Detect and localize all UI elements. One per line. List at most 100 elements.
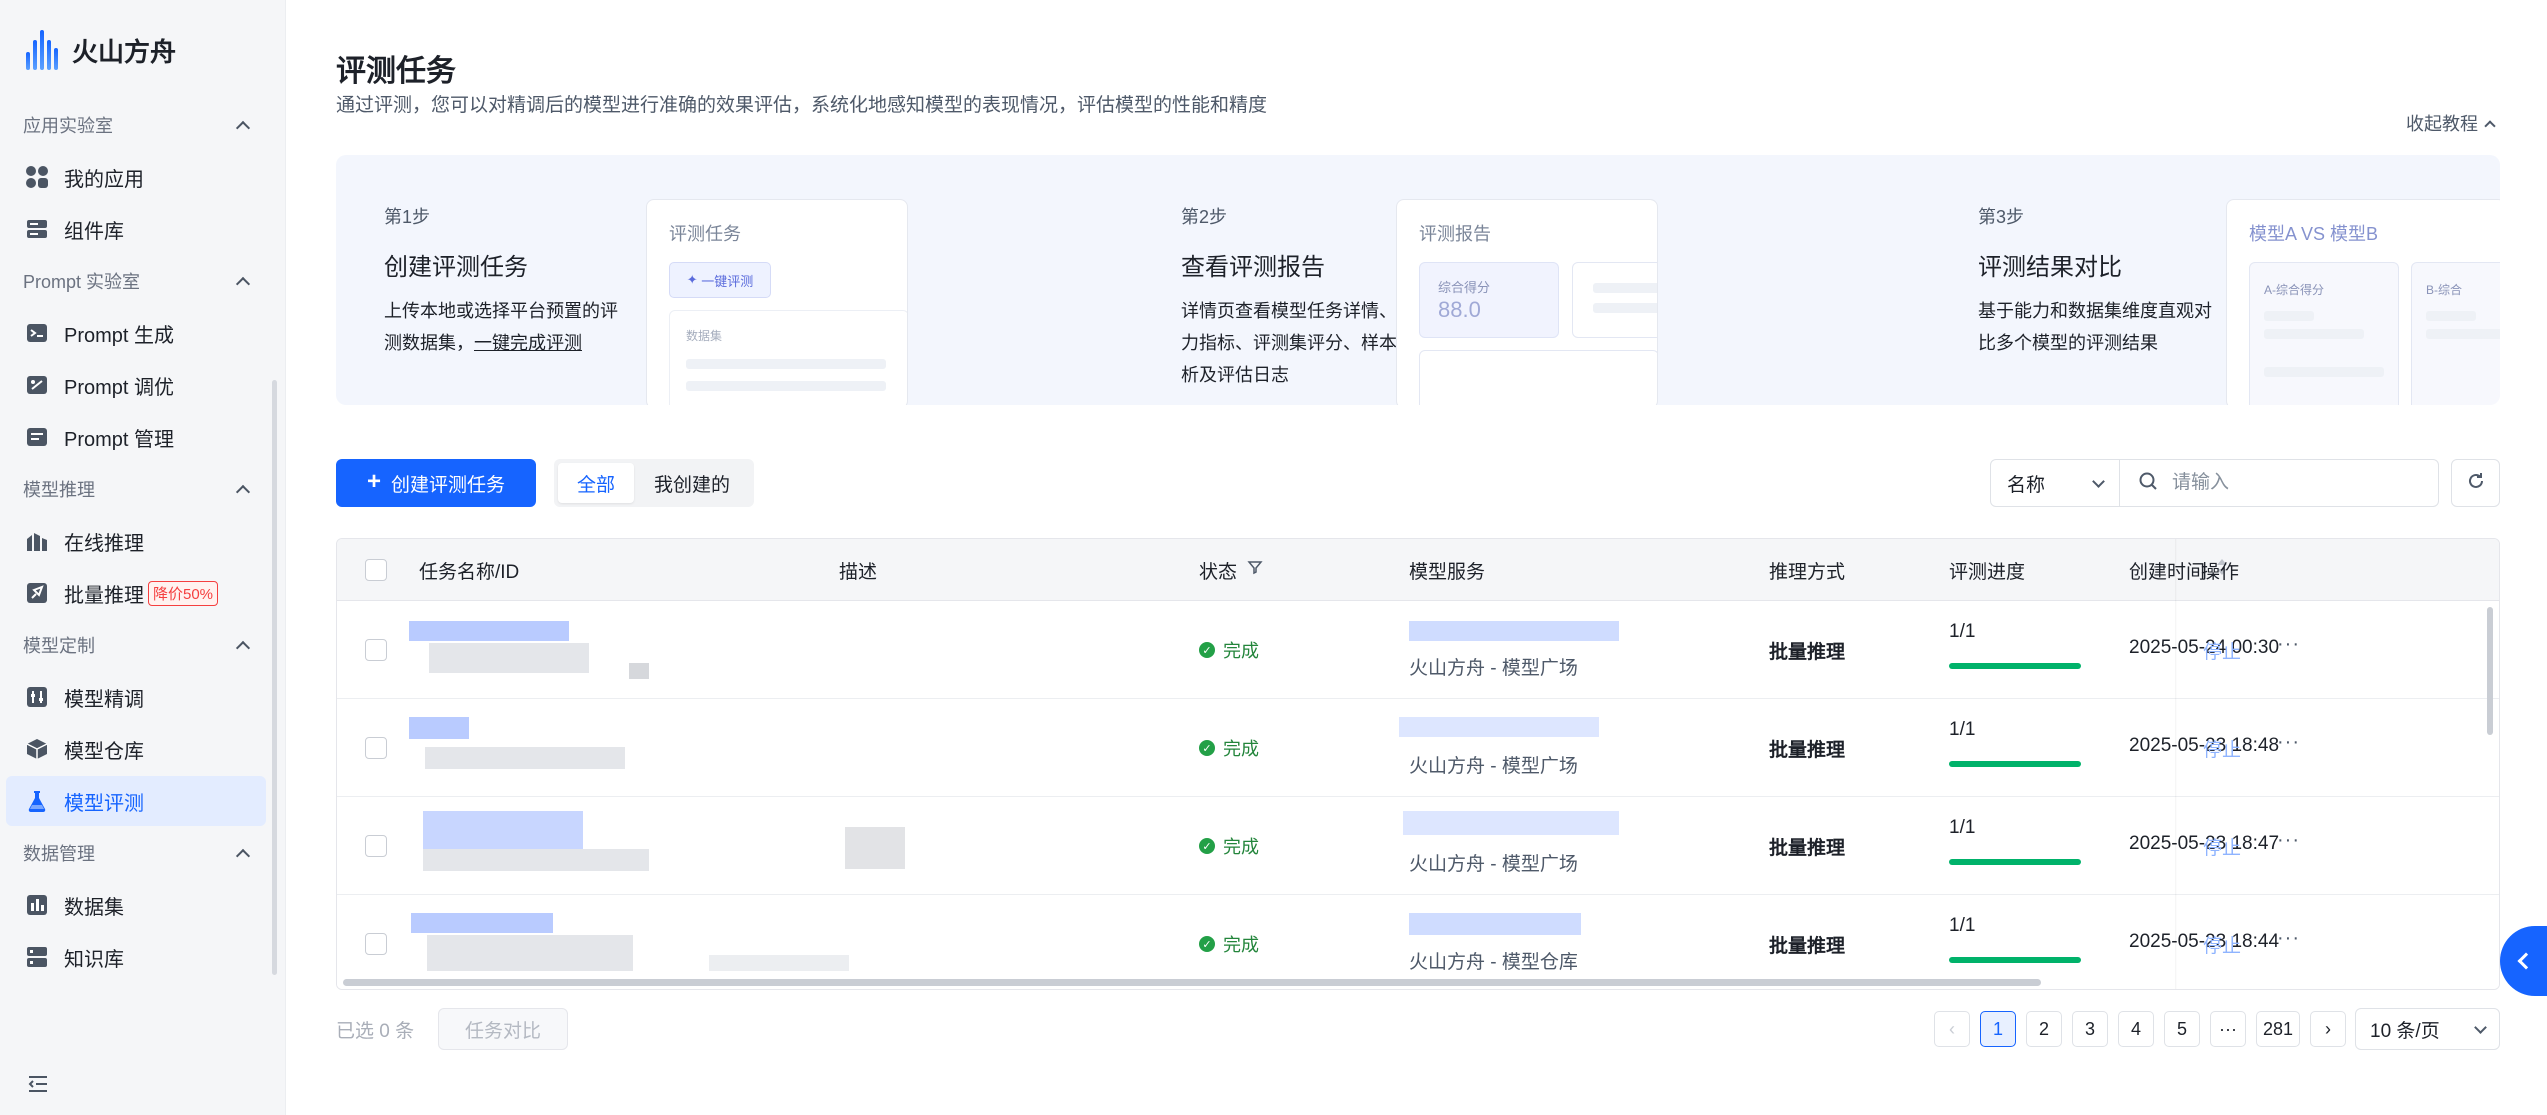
sidebar-scrollbar[interactable] <box>272 380 277 975</box>
page-2[interactable]: 2 <box>2026 1011 2062 1047</box>
collapse-tutorial-link[interactable]: 收起教程 <box>2406 110 2496 136</box>
finetune-icon <box>24 684 50 710</box>
redacted-task-name <box>423 811 583 849</box>
select-all-checkbox[interactable] <box>365 559 387 581</box>
nav-group-app-lab[interactable]: 应用实验室 <box>6 100 266 150</box>
chevron-up-icon <box>235 276 251 292</box>
row-checkbox[interactable] <box>365 639 387 661</box>
nav-group-inference[interactable]: 模型推理 <box>6 464 266 514</box>
sidebar: 火山方舟 应用实验室 我的应用 组件库 Prompt 实验室 Prompt 生成… <box>0 0 286 1115</box>
step-1-preview: 评测任务 ✦ 一键评测 数据集 <box>646 199 908 405</box>
col-actions: 操作 <box>2201 561 2240 583</box>
knowledge-icon <box>24 944 50 970</box>
row-checkbox[interactable] <box>365 933 387 955</box>
page-3[interactable]: 3 <box>2072 1011 2108 1047</box>
refresh-icon <box>2466 471 2486 496</box>
check-circle-icon: ✓ <box>1199 740 1215 756</box>
chevron-down-icon <box>2092 474 2105 488</box>
page-5[interactable]: 5 <box>2164 1011 2200 1047</box>
stop-button[interactable]: 停止 <box>2203 735 2241 762</box>
table-horizontal-scrollbar[interactable] <box>343 979 2041 986</box>
row-checkbox[interactable] <box>365 737 387 759</box>
collapse-sidebar-icon[interactable] <box>26 1072 50 1101</box>
model-repo-icon <box>24 736 50 762</box>
col-task-name: 任务名称/ID <box>419 561 520 583</box>
progress-bar <box>1949 761 2081 767</box>
sidebar-item-finetune[interactable]: 模型精调 <box>6 672 266 722</box>
stop-button[interactable]: 停止 <box>2203 833 2241 860</box>
page-size-select[interactable]: 10 条/页 <box>2355 1008 2500 1050</box>
expand-panel-button[interactable] <box>2500 926 2547 996</box>
brand[interactable]: 火山方舟 <box>26 30 176 70</box>
sidebar-item-components[interactable]: 组件库 <box>6 204 266 254</box>
guide-step-3: 第3步 评测结果对比 基于能力和数据集维度直观对比多个模型的评测结果 模型A V… <box>1930 155 2500 405</box>
guide-step-2: 第2步 查看评测报告 详情页查看模型任务详情、能力指标、评测集评分、样本分析及评… <box>1133 155 1693 405</box>
row-checkbox[interactable] <box>365 835 387 857</box>
redacted-task-id <box>423 849 649 871</box>
nav-group-customization[interactable]: 模型定制 <box>6 620 266 670</box>
guide-step-1: 第1步 创建评测任务 上传本地或选择平台预置的评测数据集，一键完成评测 评测任务… <box>336 155 908 405</box>
page-1[interactable]: 1 <box>1980 1011 2016 1047</box>
redacted-task-name <box>409 621 569 641</box>
sidebar-item-online-inference[interactable]: 在线推理 <box>6 516 266 566</box>
redacted-task-name <box>411 913 553 933</box>
step-1-description: 上传本地或选择平台预置的评测数据集，一键完成评测 <box>384 301 618 353</box>
page-last[interactable]: 281 <box>2256 1011 2301 1047</box>
sidebar-item-batch-inference[interactable]: 批量推理 降价50% <box>6 568 266 618</box>
more-actions-icon[interactable]: ··· <box>2277 927 2300 950</box>
online-inference-icon <box>24 528 50 554</box>
next-page-button[interactable]: › <box>2310 1011 2347 1047</box>
more-actions-icon[interactable]: ··· <box>2277 633 2300 656</box>
sidebar-item-prompt-generate[interactable]: Prompt 生成 <box>6 308 266 358</box>
sidebar-item-model-repo[interactable]: 模型仓库 <box>6 724 266 774</box>
check-circle-icon: ✓ <box>1199 642 1215 658</box>
volcano-logo-icon <box>26 30 58 70</box>
nav-group-data[interactable]: 数据管理 <box>6 828 266 878</box>
page-4[interactable]: 4 <box>2118 1011 2154 1047</box>
brand-name: 火山方舟 <box>72 36 177 67</box>
preview-one-click-button: ✦ 一键评测 <box>669 262 771 298</box>
search-input[interactable] <box>2172 472 2412 494</box>
one-click-eval-link[interactable]: 一键完成评测 <box>474 333 582 353</box>
eval-flask-icon <box>24 788 50 814</box>
col-model-service: 模型服务 <box>1409 561 1486 583</box>
tab-mine[interactable]: 我创建的 <box>634 463 750 503</box>
nav-group-prompt-lab[interactable]: Prompt 实验室 <box>6 256 266 306</box>
selected-count: 已选 0 条 <box>336 1021 415 1042</box>
sidebar-item-knowledge[interactable]: 知识库 <box>6 932 266 982</box>
tab-all[interactable]: 全部 <box>558 463 634 503</box>
table-vertical-scrollbar[interactable] <box>2487 607 2493 735</box>
page-ellipsis[interactable]: ··· <box>2210 1011 2246 1047</box>
sidebar-item-prompt-manage[interactable]: Prompt 管理 <box>6 412 266 462</box>
apps-icon <box>24 164 50 190</box>
filter-icon[interactable] <box>1247 559 1263 581</box>
col-description: 描述 <box>839 561 878 583</box>
progress-bar <box>1949 957 2081 963</box>
prompt-manage-icon <box>24 424 50 450</box>
create-eval-task-button[interactable]: + 创建评测任务 <box>336 459 536 507</box>
sidebar-nav: 应用实验室 我的应用 组件库 Prompt 实验室 Prompt 生成 Prom… <box>6 100 266 984</box>
sidebar-item-my-apps[interactable]: 我的应用 <box>6 152 266 202</box>
sidebar-item-model-eval[interactable]: 模型评测 <box>6 776 266 826</box>
search-field-select[interactable]: 名称 <box>1990 459 2120 507</box>
scope-tabs: 全部 我创建的 <box>554 459 754 507</box>
sidebar-item-prompt-tune[interactable]: Prompt 调优 <box>6 360 266 410</box>
redacted-model-name <box>1399 717 1599 737</box>
redacted-model-name <box>1409 913 1581 935</box>
batch-inference-icon <box>24 580 50 606</box>
chevron-up-icon <box>235 640 251 656</box>
compare-tasks-button[interactable]: 任务对比 <box>438 1008 568 1050</box>
refresh-button[interactable] <box>2451 459 2500 507</box>
stop-button[interactable]: 停止 <box>2203 931 2241 958</box>
more-actions-icon[interactable]: ··· <box>2277 829 2300 852</box>
tutorial-guide: 第1步 创建评测任务 上传本地或选择平台预置的评测数据集，一键完成评测 评测任务… <box>336 155 2500 405</box>
chevron-up-icon <box>235 848 251 864</box>
step-3-preview: 模型A VS 模型B A-综合得分 B-综合 <box>2226 199 2500 405</box>
progress-bar <box>1949 859 2081 865</box>
stop-button[interactable]: 停止 <box>2203 637 2241 664</box>
sidebar-item-dataset[interactable]: 数据集 <box>6 880 266 930</box>
more-actions-icon[interactable]: ··· <box>2277 731 2300 754</box>
dataset-icon <box>24 892 50 918</box>
prev-page-button[interactable]: ‹ <box>1934 1011 1970 1047</box>
prompt-tune-icon <box>24 372 50 398</box>
